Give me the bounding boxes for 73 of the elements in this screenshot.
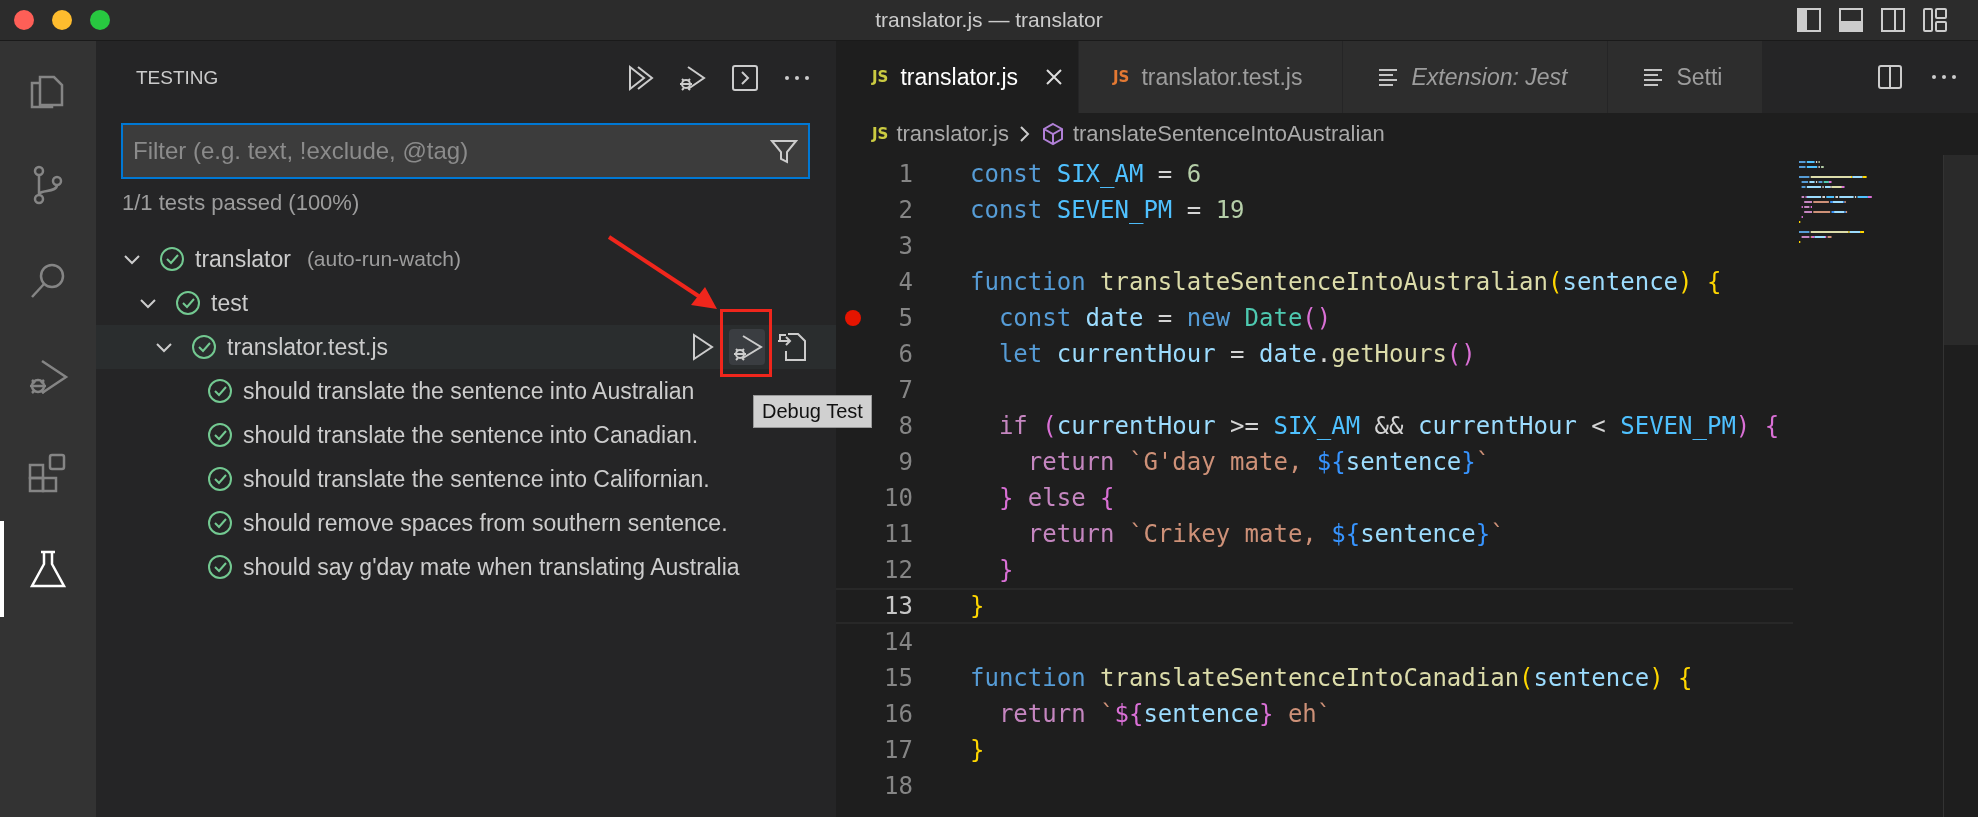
maximize-window-button[interactable]	[90, 10, 110, 30]
test-item-label[interactable]: should translate the sentence into Australian	[243, 377, 695, 405]
test-item-label[interactable]: translator	[195, 245, 291, 273]
test-item-description: (auto-run-watch)	[306, 247, 461, 271]
line-number: 9	[897, 448, 913, 476]
tree-row[interactable]: translator.test.js	[96, 325, 836, 369]
line-number: 1	[897, 160, 913, 188]
line-number: 5	[897, 304, 913, 332]
line-number: 12	[883, 556, 913, 584]
code-line: function translateSentenceIntoAustralian(sentence) {	[970, 268, 1722, 296]
line-number: 15	[883, 664, 913, 692]
line-number: 13	[883, 592, 913, 620]
line-number: 14	[883, 628, 913, 656]
close-window-button[interactable]	[14, 10, 34, 30]
test-summary: 1/1 tests passed (100%)	[121, 189, 361, 217]
toggle-secondary-sidebar-icon[interactable]	[1880, 7, 1906, 33]
file-type-label: JS	[1113, 68, 1130, 86]
test-item-label[interactable]: should say g'day mate when translating Australia	[243, 553, 740, 581]
code-line: }	[970, 592, 985, 620]
code-line: }	[997, 556, 1014, 584]
line-number: 2	[897, 196, 913, 224]
file-type-label: JS	[872, 68, 889, 86]
editor-tab[interactable]: JS translator.test.js	[1079, 41, 1344, 113]
filter-field[interactable]: Filter (e.g. text, !exclude, @tag)	[121, 123, 810, 179]
code-line: let currentHour = date.getHours()	[997, 340, 1476, 368]
file-type-label: JS	[872, 125, 889, 143]
window-title: translator.js — translator	[875, 8, 1103, 32]
run-all-icon[interactable]	[626, 63, 656, 93]
editor-tab[interactable]: Setti	[1608, 41, 1764, 113]
toggle-panel-icon[interactable]	[1838, 7, 1864, 33]
breakpoint-dot[interactable]	[845, 310, 861, 326]
code-line: }	[970, 736, 985, 764]
code-line: const date = new Date()	[997, 304, 1332, 332]
tooltip: Debug Test	[753, 395, 872, 428]
code-line: } else {	[997, 484, 1115, 512]
breadcrumb-symbol[interactable]: translateSentenceIntoAustralian	[1072, 121, 1385, 147]
test-item-label[interactable]: should translate the sentence into Californian.	[243, 465, 710, 493]
code-line: const SEVEN_PM = 19	[970, 196, 1245, 224]
editor-tab[interactable]: Extension: Jest	[1343, 41, 1609, 113]
line-number: 18	[883, 772, 913, 800]
code-line: return `G'day mate, ${sentence}`	[1026, 448, 1491, 476]
sidebar-title: TESTING	[136, 67, 219, 89]
terminal-icon[interactable]	[730, 63, 760, 93]
minimize-window-button[interactable]	[52, 10, 72, 30]
split-editor-icon[interactable]	[1876, 63, 1904, 91]
code-line: return `${sentence} eh`	[997, 700, 1332, 728]
test-item-label[interactable]: translator.test.js	[227, 333, 389, 361]
line-number: 8	[897, 412, 913, 440]
line-number: 3	[897, 232, 913, 260]
line-number: 17	[883, 736, 913, 764]
editor-tab[interactable]: JS translator.js	[836, 41, 1079, 113]
line-number: 4	[897, 268, 913, 296]
debug-all-icon[interactable]	[678, 63, 708, 93]
line-number: 16	[883, 700, 913, 728]
close-icon[interactable]	[1044, 67, 1064, 87]
toggle-sidebar-icon[interactable]	[1796, 7, 1822, 33]
cube-icon	[1040, 122, 1065, 146]
line-number: 7	[897, 376, 913, 404]
test-item-label[interactable]: should translate the sentence into Canadian.	[243, 421, 699, 449]
customize-layout-icon[interactable]	[1922, 7, 1948, 33]
line-number: 6	[897, 340, 913, 368]
test-item-label[interactable]: test	[211, 289, 249, 317]
line-number: 10	[883, 484, 913, 512]
code-line: if (currentHour >= SIX_AM && currentHour < SEVEN_PM) {	[997, 412, 1780, 440]
code-line: function translateSentenceIntoCanadian(sentence) {	[970, 664, 1693, 692]
code-line: return `Crikey mate, ${sentence}`	[1026, 520, 1505, 548]
highlight-frame	[720, 309, 772, 377]
test-item-label[interactable]: should remove spaces from southern sentence.	[243, 509, 728, 537]
breadcrumb-file[interactable]: translator.js	[896, 121, 1009, 147]
line-number: 11	[883, 520, 913, 548]
debug-test-icon[interactable]	[729, 329, 765, 365]
filter-icon[interactable]	[770, 137, 798, 165]
code-line: const SIX_AM = 6	[970, 160, 1202, 188]
